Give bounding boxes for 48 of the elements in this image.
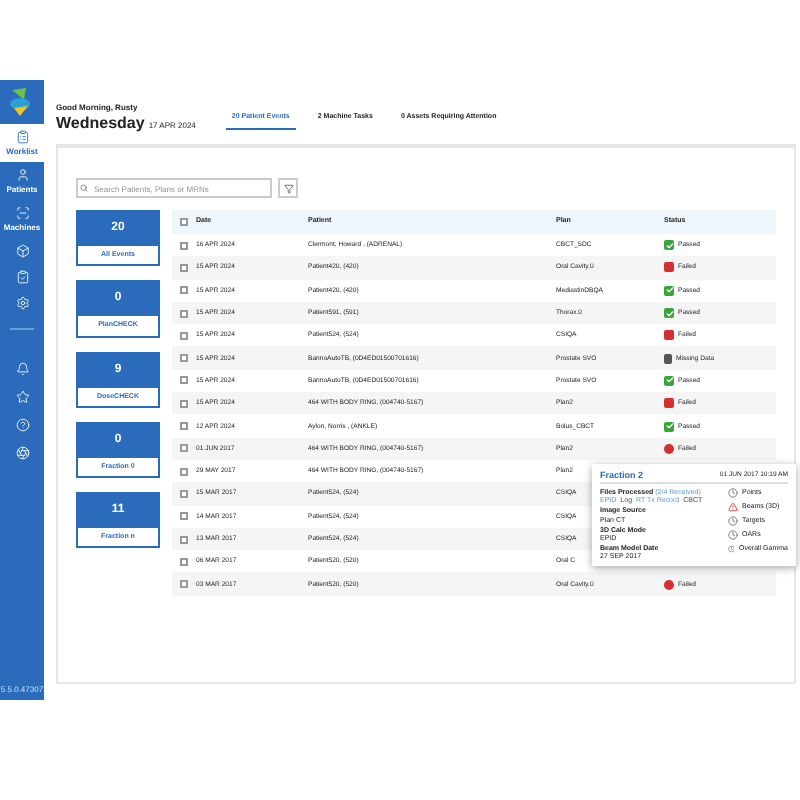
error-icon xyxy=(728,502,738,512)
pending-icon xyxy=(728,516,738,526)
pending-icon xyxy=(728,488,738,498)
checkbox[interactable] xyxy=(180,580,188,589)
checkbox[interactable] xyxy=(180,422,188,431)
alert-icon xyxy=(664,443,674,454)
checkbox[interactable] xyxy=(180,489,188,498)
clipboard-icon xyxy=(15,130,29,144)
error-icon xyxy=(664,398,674,409)
search-icon xyxy=(80,184,88,192)
checkbox[interactable] xyxy=(180,286,188,295)
check-icon xyxy=(664,375,674,386)
checkbox[interactable] xyxy=(180,535,188,543)
checkbox[interactable] xyxy=(180,218,188,226)
checkbox[interactable] xyxy=(180,354,188,363)
checkbox[interactable] xyxy=(180,263,188,272)
checkbox[interactable] xyxy=(180,467,188,476)
clipboard-check-icon xyxy=(15,270,29,284)
cube-icon xyxy=(15,244,29,258)
day-title: Wednesday xyxy=(56,114,145,132)
user-icon xyxy=(15,168,29,182)
checkbox[interactable] xyxy=(180,512,188,521)
checkbox[interactable] xyxy=(180,376,188,385)
filter-icon xyxy=(283,183,293,193)
check-icon xyxy=(664,240,674,251)
pending-icon xyxy=(728,530,738,540)
filter-button[interactable] xyxy=(278,178,298,198)
checkbox[interactable] xyxy=(180,444,188,453)
missing-icon xyxy=(664,353,672,364)
checkbox[interactable] xyxy=(180,241,188,250)
bell-icon[interactable] xyxy=(15,362,29,376)
pending-icon xyxy=(728,544,735,554)
aperture-icon[interactable] xyxy=(15,446,29,460)
scanner-icon xyxy=(15,206,29,220)
error-icon xyxy=(664,262,674,273)
logo-icon xyxy=(8,86,36,118)
star-icon[interactable] xyxy=(15,390,29,404)
checkbox[interactable] xyxy=(180,557,188,566)
check-icon xyxy=(664,421,674,432)
check-icon xyxy=(664,285,674,296)
settings-icon xyxy=(15,296,29,310)
checkbox[interactable] xyxy=(180,309,188,318)
help-icon[interactable] xyxy=(15,418,29,432)
checkbox[interactable] xyxy=(180,399,188,408)
check-icon xyxy=(664,308,674,319)
alert-icon xyxy=(664,579,674,590)
error-icon xyxy=(664,330,674,341)
checkbox[interactable] xyxy=(180,331,188,340)
